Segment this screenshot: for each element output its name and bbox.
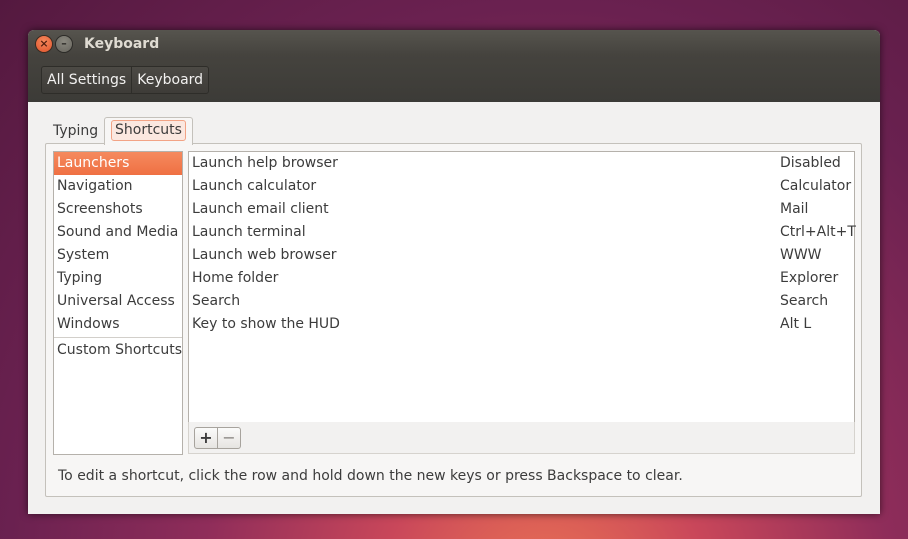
category-list: Launchers Navigation Screenshots Sound a… — [53, 151, 183, 455]
shortcut-action: Launch terminal — [192, 224, 306, 240]
add-shortcut-button[interactable]: + — [194, 427, 218, 449]
breadcrumb-all-settings[interactable]: All Settings — [42, 67, 131, 93]
breadcrumb: All Settings Keyboard — [41, 66, 210, 94]
shortcut-action: Launch web browser — [192, 247, 337, 263]
shortcut-action: Launch calculator — [192, 178, 317, 194]
category-universal-access[interactable]: Universal Access — [54, 290, 182, 313]
shortcut-action: Launch help browser — [192, 155, 338, 171]
shortcuts-panel: Launchers Navigation Screenshots Sound a… — [45, 143, 862, 497]
shortcut-row[interactable]: Launch email client Mail — [189, 198, 854, 221]
category-separator — [54, 337, 182, 338]
shortcut-action: Home folder — [192, 270, 279, 286]
shortcut-action: Search — [192, 293, 241, 309]
shortcut-action: Key to show the HUD — [192, 316, 340, 332]
category-sound-and-media[interactable]: Sound and Media — [54, 221, 182, 244]
shortcut-action: Launch email client — [192, 201, 329, 217]
shortcut-accelerator[interactable]: Ctrl+Alt+T — [780, 221, 856, 244]
shortcut-row[interactable]: Launch terminal Ctrl+Alt+T — [189, 221, 856, 244]
category-navigation[interactable]: Navigation — [54, 175, 182, 198]
shortcut-row[interactable]: Home folder Explorer — [189, 267, 854, 290]
shortcut-accelerator[interactable]: Explorer — [780, 267, 838, 290]
hint-text: To edit a shortcut, click the row and ho… — [58, 468, 683, 484]
shortcut-row[interactable]: Launch calculator Calculator — [189, 175, 854, 198]
category-custom-shortcuts[interactable]: Custom Shortcuts — [54, 339, 182, 362]
tab-shortcuts[interactable]: Shortcuts — [104, 117, 193, 145]
category-system[interactable]: System — [54, 244, 182, 267]
breadcrumb-keyboard[interactable]: Keyboard — [131, 67, 208, 93]
tab-typing[interactable]: Typing — [53, 119, 98, 144]
category-screenshots[interactable]: Screenshots — [54, 198, 182, 221]
shortcut-accelerator[interactable]: Alt L — [780, 313, 811, 336]
shortcut-row[interactable]: Launch help browser Disabled — [189, 152, 854, 175]
category-windows[interactable]: Windows — [54, 313, 182, 336]
shortcut-row[interactable]: Key to show the HUD Alt L — [189, 313, 854, 336]
remove-shortcut-button[interactable]: − — [217, 427, 241, 449]
list-toolbar: + − — [188, 422, 855, 454]
tab-shortcuts-label: Shortcuts — [111, 120, 186, 141]
shortcut-accelerator[interactable]: Calculator — [780, 175, 851, 198]
window-title: Keyboard — [84, 36, 160, 52]
title-bar: × – Keyboard All Settings Keyboard — [28, 30, 880, 102]
shortcut-accelerator[interactable]: WWW — [780, 244, 822, 267]
keyboard-window: × – Keyboard All Settings Keyboard Typin… — [28, 30, 880, 514]
category-typing[interactable]: Typing — [54, 267, 182, 290]
category-launchers[interactable]: Launchers — [54, 152, 182, 175]
minimize-icon[interactable]: – — [56, 36, 72, 52]
shortcut-list: Launch help browser Disabled Launch calc… — [188, 151, 856, 423]
close-icon[interactable]: × — [36, 36, 52, 52]
shortcut-accelerator[interactable]: Disabled — [780, 152, 841, 175]
shortcut-row[interactable]: Launch web browser WWW — [189, 244, 854, 267]
shortcut-accelerator[interactable]: Search — [780, 290, 828, 313]
shortcut-row[interactable]: Search Search — [189, 290, 854, 313]
shortcut-accelerator[interactable]: Mail — [780, 198, 808, 221]
